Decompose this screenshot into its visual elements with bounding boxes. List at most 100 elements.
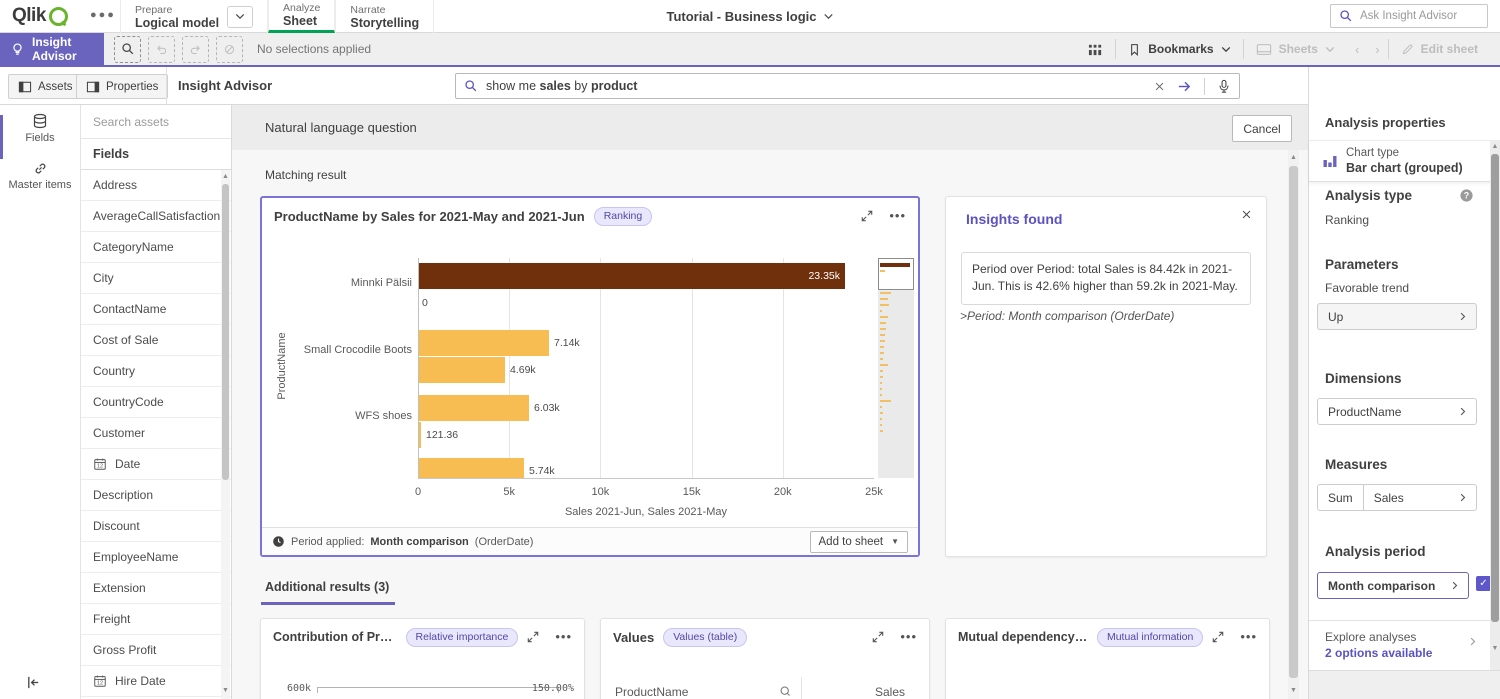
assets-panel-toggle[interactable]: Assets bbox=[8, 74, 83, 99]
field-item[interactable]: Address bbox=[81, 170, 231, 201]
bar-chart-plot[interactable]: 23.35k07.14k4.69k6.03k121.365.74k bbox=[418, 258, 874, 479]
smart-search-icon[interactable] bbox=[114, 36, 141, 63]
properties-scrollbar[interactable]: ▲ ▼ bbox=[1490, 140, 1500, 670]
scrollbar-thumb[interactable] bbox=[1491, 154, 1499, 622]
field-item[interactable]: 12Date bbox=[81, 449, 231, 480]
explore-options-link[interactable]: 2 options available bbox=[1325, 646, 1432, 660]
collapse-panel-icon[interactable] bbox=[26, 675, 41, 690]
help-icon[interactable]: ? bbox=[1459, 188, 1474, 203]
app-overview-grid-button[interactable] bbox=[1076, 42, 1115, 57]
edit-sheet-button[interactable]: Edit sheet bbox=[1389, 42, 1490, 56]
column-search-icon[interactable] bbox=[779, 685, 792, 698]
field-item[interactable]: ContactName bbox=[81, 294, 231, 325]
nlq-search-input[interactable]: show me sales by product bbox=[455, 73, 1240, 99]
add-to-sheet-button[interactable]: Add to sheet ▼ bbox=[810, 531, 909, 553]
scroll-up-arrow[interactable]: ▲ bbox=[1490, 143, 1500, 151]
bar-sales-2021-may[interactable] bbox=[419, 422, 421, 448]
field-item[interactable]: Discount bbox=[81, 511, 231, 542]
tab-additional-results[interactable]: Additional results (3) bbox=[261, 576, 395, 605]
clear-query-icon[interactable] bbox=[1154, 81, 1165, 92]
scroll-down-arrow[interactable]: ▼ bbox=[1288, 687, 1299, 695]
field-item[interactable]: Cost of Sale bbox=[81, 325, 231, 356]
analysis-period-checkbox[interactable]: ✓ bbox=[1476, 576, 1491, 591]
insight-advisor-button[interactable]: Insight Advisor bbox=[0, 33, 104, 65]
field-item[interactable]: City bbox=[81, 263, 231, 294]
undo-selection-icon[interactable] bbox=[148, 36, 175, 63]
chart-minimap[interactable] bbox=[878, 258, 914, 478]
field-item[interactable]: 12Hire Date bbox=[81, 666, 231, 697]
search-icon bbox=[121, 42, 135, 56]
more-menu-icon[interactable]: ••• bbox=[555, 632, 572, 642]
field-item[interactable]: EmployeeName bbox=[81, 542, 231, 573]
redo-selection-icon[interactable] bbox=[182, 36, 209, 63]
nav-tab-narrate[interactable]: Narrate Storytelling bbox=[335, 0, 434, 33]
expand-icon[interactable] bbox=[872, 631, 884, 643]
ask-insight-advisor-input[interactable]: Ask Insight Advisor bbox=[1330, 4, 1488, 28]
more-menu-icon[interactable]: ••• bbox=[900, 632, 917, 642]
insights-found-panel: Insights found Period over Period: total… bbox=[945, 196, 1267, 557]
minimap-bar bbox=[880, 322, 886, 324]
chevron-right-icon bbox=[1460, 407, 1466, 416]
scroll-down-arrow[interactable]: ▼ bbox=[1490, 645, 1500, 653]
field-label: Hire Date bbox=[115, 674, 166, 688]
field-item[interactable]: Gross Profit bbox=[81, 635, 231, 666]
expand-icon[interactable] bbox=[527, 631, 539, 643]
bar-sales-2021-jun[interactable] bbox=[419, 330, 549, 356]
bar-sales-2021-may[interactable] bbox=[419, 357, 505, 383]
selections-bar: Insight Advisor No selections applied Bo… bbox=[0, 33, 1500, 67]
scrollbar-thumb[interactable] bbox=[222, 184, 229, 480]
microphone-icon[interactable] bbox=[1217, 79, 1231, 94]
more-menu-icon[interactable]: ••• bbox=[889, 211, 906, 221]
edit-sheet-label: Edit sheet bbox=[1421, 42, 1478, 56]
nav-page-label: Storytelling bbox=[350, 16, 419, 30]
trend-select-button[interactable]: Up bbox=[1317, 303, 1477, 330]
nav-tab-prepare[interactable]: Prepare Logical model bbox=[120, 0, 268, 33]
next-sheet-button[interactable]: › bbox=[1367, 42, 1387, 57]
field-item[interactable]: Customer bbox=[81, 418, 231, 449]
submit-query-icon[interactable] bbox=[1177, 79, 1192, 94]
field-item[interactable]: Description bbox=[81, 480, 231, 511]
field-item[interactable]: AverageCallSatisfaction bbox=[81, 201, 231, 232]
scroll-down-arrow[interactable]: ▼ bbox=[221, 687, 230, 695]
app-title-menu[interactable]: Tutorial - Business logic bbox=[666, 0, 833, 33]
main-scrollbar[interactable]: ▲ ▼ bbox=[1288, 150, 1299, 699]
global-menu-button[interactable]: ●●● bbox=[90, 9, 116, 21]
scroll-up-arrow[interactable]: ▲ bbox=[221, 173, 230, 181]
measure-button[interactable]: Sum Sales bbox=[1317, 484, 1477, 511]
search-assets-input[interactable]: Search assets bbox=[81, 105, 231, 139]
more-menu-icon[interactable]: ••• bbox=[1240, 632, 1257, 642]
field-item[interactable]: CountryCode bbox=[81, 387, 231, 418]
expand-icon[interactable] bbox=[861, 210, 873, 222]
dimension-button[interactable]: ProductName bbox=[1317, 398, 1477, 425]
analysis-period-button[interactable]: Month comparison bbox=[1317, 572, 1469, 599]
qlik-logo[interactable]: Qlik bbox=[12, 5, 68, 27]
scrollbar-thumb[interactable] bbox=[1289, 166, 1298, 678]
properties-panel-toggle[interactable]: Properties bbox=[76, 74, 168, 99]
previous-sheet-button[interactable]: ‹ bbox=[1347, 42, 1367, 57]
sheets-button[interactable]: Sheets bbox=[1244, 42, 1347, 56]
chevron-right-icon[interactable] bbox=[1470, 637, 1476, 646]
bar-sales-2021-jun[interactable] bbox=[419, 263, 845, 289]
clear-selections-icon[interactable] bbox=[216, 36, 243, 63]
field-item[interactable]: CategoryName bbox=[81, 232, 231, 263]
chart-type-row[interactable]: Chart type Bar chart (grouped) bbox=[1309, 140, 1500, 182]
cancel-button[interactable]: Cancel bbox=[1232, 115, 1292, 142]
nav-tab-analyze[interactable]: Analyze Sheet bbox=[268, 0, 335, 33]
fields-scrollbar[interactable]: ▲ ▼ bbox=[221, 170, 230, 699]
card-title: Contribution of Product... bbox=[273, 630, 397, 644]
expand-icon[interactable] bbox=[1212, 631, 1224, 643]
bar-sales-2021-jun[interactable] bbox=[419, 395, 529, 421]
field-item[interactable]: Freight bbox=[81, 604, 231, 635]
close-icon[interactable] bbox=[1241, 209, 1252, 220]
prepare-dropdown-button[interactable] bbox=[227, 6, 253, 28]
sidebar-item-master-items[interactable]: Master items bbox=[0, 161, 80, 209]
field-item[interactable]: Country bbox=[81, 356, 231, 387]
bar-sales-2021-jun[interactable] bbox=[419, 458, 524, 479]
analysis-type-value: Ranking bbox=[1325, 213, 1369, 227]
field-item[interactable]: Extension bbox=[81, 573, 231, 604]
measure-aggregation[interactable]: Sum bbox=[1328, 485, 1364, 510]
sidebar-item-fields[interactable]: Fields bbox=[0, 113, 80, 161]
top-bar: Qlik ●●● Prepare Logical model Analyze S… bbox=[0, 0, 1500, 33]
bookmarks-button[interactable]: Bookmarks bbox=[1116, 42, 1242, 56]
scroll-up-arrow[interactable]: ▲ bbox=[1288, 154, 1299, 162]
